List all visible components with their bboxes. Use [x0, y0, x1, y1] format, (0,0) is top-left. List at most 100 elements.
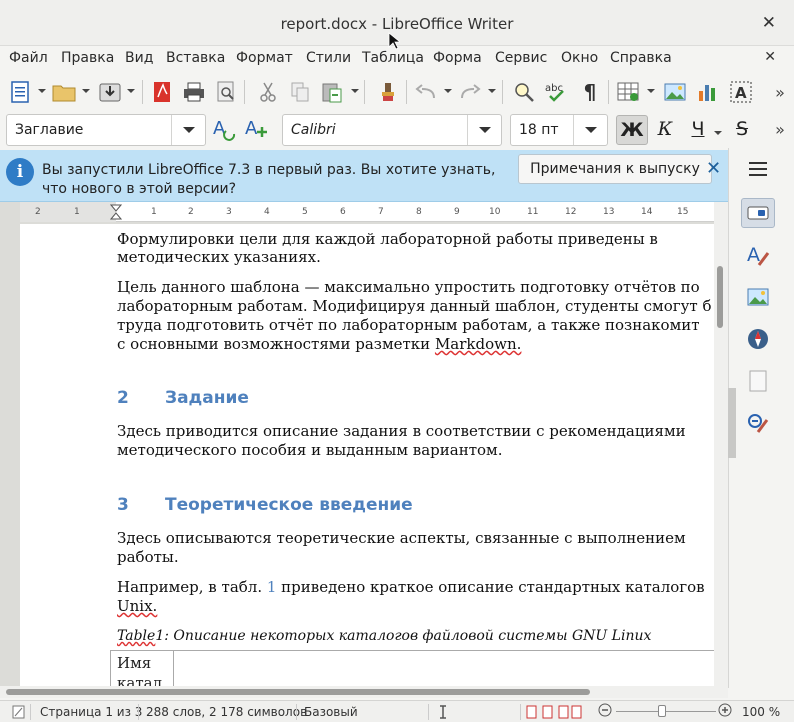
- sidebar: A: [728, 148, 794, 688]
- redo-icon[interactable]: [456, 78, 484, 106]
- underline-button[interactable]: Ч: [684, 115, 712, 143]
- chevron-down-icon[interactable]: [171, 115, 205, 145]
- redo-dropdown-icon[interactable]: [488, 89, 496, 93]
- new-dropdown-icon[interactable]: [38, 89, 46, 93]
- menu-insert[interactable]: Вставка: [166, 50, 225, 66]
- open-folder-icon[interactable]: [50, 78, 78, 106]
- properties-icon[interactable]: [741, 198, 775, 228]
- ruler-label: 9: [454, 207, 460, 217]
- paragraph-line: работы.: [117, 548, 179, 566]
- menu-help[interactable]: Справка: [610, 50, 672, 66]
- find-replace-icon[interactable]: [510, 78, 538, 106]
- open-dropdown-icon[interactable]: [82, 89, 90, 93]
- horizontal-scroll-thumb[interactable]: [6, 689, 590, 695]
- menu-edit[interactable]: Правка: [61, 50, 114, 66]
- release-notes-button[interactable]: Примечания к выпуску: [518, 154, 712, 184]
- document-page[interactable]: Формулировки цели для каждой лабораторно…: [20, 224, 714, 686]
- window-close-icon[interactable]: ✕: [762, 13, 776, 33]
- zoom-slider-thumb[interactable]: [658, 705, 666, 717]
- zoom-out-icon[interactable]: [598, 703, 612, 720]
- clone-formatting-icon[interactable]: [374, 78, 402, 106]
- heading-theory: 3 Теоретическое введение: [117, 495, 413, 515]
- gallery-icon[interactable]: [741, 282, 775, 312]
- menu-file[interactable]: Файл: [9, 50, 48, 66]
- undo-dropdown-icon[interactable]: [444, 89, 452, 93]
- ruler-label: 1: [151, 207, 157, 217]
- paragraph-text: приведено краткое описание стандартных к…: [276, 578, 705, 596]
- ruler-label: 5: [302, 207, 308, 217]
- chevron-down-icon[interactable]: [573, 115, 607, 145]
- indent-marker-icon[interactable]: [110, 204, 122, 220]
- paragraph-line: Формулировки цели для каждой лабораторно…: [117, 230, 658, 248]
- table-reference-link[interactable]: 1: [267, 578, 277, 596]
- close-document-icon[interactable]: ✕: [764, 49, 776, 65]
- sidebar-collapse-handle[interactable]: [728, 388, 736, 458]
- paste-dropdown-icon[interactable]: [351, 89, 359, 93]
- font-size-combo[interactable]: 18 пт: [510, 114, 608, 146]
- menu-table[interactable]: Таблица: [362, 50, 424, 66]
- close-infobar-icon[interactable]: ✕: [706, 158, 721, 179]
- paragraph-text: с основными возможностями разметки: [117, 335, 435, 353]
- paste-icon[interactable]: [318, 78, 346, 106]
- underline-dropdown-icon[interactable]: [714, 131, 722, 135]
- table-cell[interactable]: Имя катал: [110, 650, 174, 686]
- paragraph-text: Например, в табл.: [117, 578, 267, 596]
- navigator-icon[interactable]: [741, 324, 775, 354]
- export-pdf-icon[interactable]: [148, 78, 176, 106]
- vertical-scroll-thumb[interactable]: [717, 266, 723, 328]
- formatting-marks-icon[interactable]: ¶: [576, 78, 604, 106]
- style-inspector-icon[interactable]: [741, 408, 775, 438]
- chevron-down-icon[interactable]: [467, 115, 501, 145]
- page-icon[interactable]: [741, 366, 775, 396]
- strikethrough-button[interactable]: S: [728, 115, 756, 143]
- ruler-label: 15: [677, 207, 689, 217]
- menu-view[interactable]: Вид: [125, 50, 153, 66]
- horizontal-scrollbar[interactable]: [0, 686, 728, 698]
- page-style[interactable]: Базовый: [304, 705, 358, 719]
- menu-form[interactable]: Форма: [433, 50, 482, 66]
- font-name-combo[interactable]: Calibri: [282, 114, 502, 146]
- table-caption: Table1: Описание некоторых каталогов фай…: [117, 628, 651, 644]
- zoom-slider-track[interactable]: [616, 711, 716, 712]
- menu-styles[interactable]: Стили: [306, 50, 351, 66]
- insert-textbox-icon[interactable]: A: [727, 78, 755, 106]
- update-style-icon[interactable]: A: [210, 115, 238, 143]
- insert-table-icon[interactable]: [614, 78, 642, 106]
- menu-tools[interactable]: Сервис: [495, 50, 547, 66]
- zoom-level[interactable]: 100 %: [742, 705, 780, 719]
- menu-format[interactable]: Формат: [236, 50, 293, 66]
- paragraph-style-value: Заглавие: [15, 122, 84, 138]
- cut-icon[interactable]: [254, 78, 282, 106]
- undo-icon[interactable]: [412, 78, 440, 106]
- more-options-icon[interactable]: »: [766, 115, 794, 143]
- save-icon[interactable]: [96, 78, 124, 106]
- word-count[interactable]: 288 слов, 2 178 символов: [146, 705, 307, 719]
- insert-mode-icon[interactable]: [436, 705, 450, 722]
- new-style-icon[interactable]: A: [242, 115, 270, 143]
- layout-icon[interactable]: [526, 705, 586, 722]
- horizontal-ruler[interactable]: 2 1 1 2 3 4 5 6 7 8 9 10 11 12 13 14 15: [20, 202, 714, 222]
- unix-word: Unix.: [117, 597, 158, 615]
- insert-chart-icon[interactable]: [694, 78, 722, 106]
- ruler-label: 2: [188, 207, 194, 217]
- vertical-scrollbar[interactable]: [714, 202, 728, 686]
- zoom-in-icon[interactable]: [718, 703, 732, 720]
- save-dropdown-icon[interactable]: [127, 89, 135, 93]
- page-number[interactable]: Страница 1 из 3: [40, 705, 142, 719]
- menu-icon[interactable]: [741, 154, 775, 184]
- menu-window[interactable]: Окно: [561, 50, 598, 66]
- insert-image-icon[interactable]: [661, 78, 689, 106]
- paragraph-style-combo[interactable]: Заглавие: [6, 114, 206, 146]
- underline-glyph: Ч: [691, 118, 705, 140]
- print-preview-icon[interactable]: [212, 78, 240, 106]
- spelling-icon[interactable]: abc: [543, 78, 571, 106]
- table-dropdown-icon[interactable]: [647, 89, 655, 93]
- print-icon[interactable]: [180, 78, 208, 106]
- document-modified-icon[interactable]: [12, 705, 26, 722]
- more-options-icon[interactable]: »: [766, 78, 794, 106]
- copy-icon[interactable]: [286, 78, 314, 106]
- new-document-icon[interactable]: [6, 78, 34, 106]
- styles-icon[interactable]: A: [741, 240, 775, 270]
- bold-button[interactable]: Ж: [616, 115, 648, 145]
- italic-button[interactable]: К: [651, 115, 679, 143]
